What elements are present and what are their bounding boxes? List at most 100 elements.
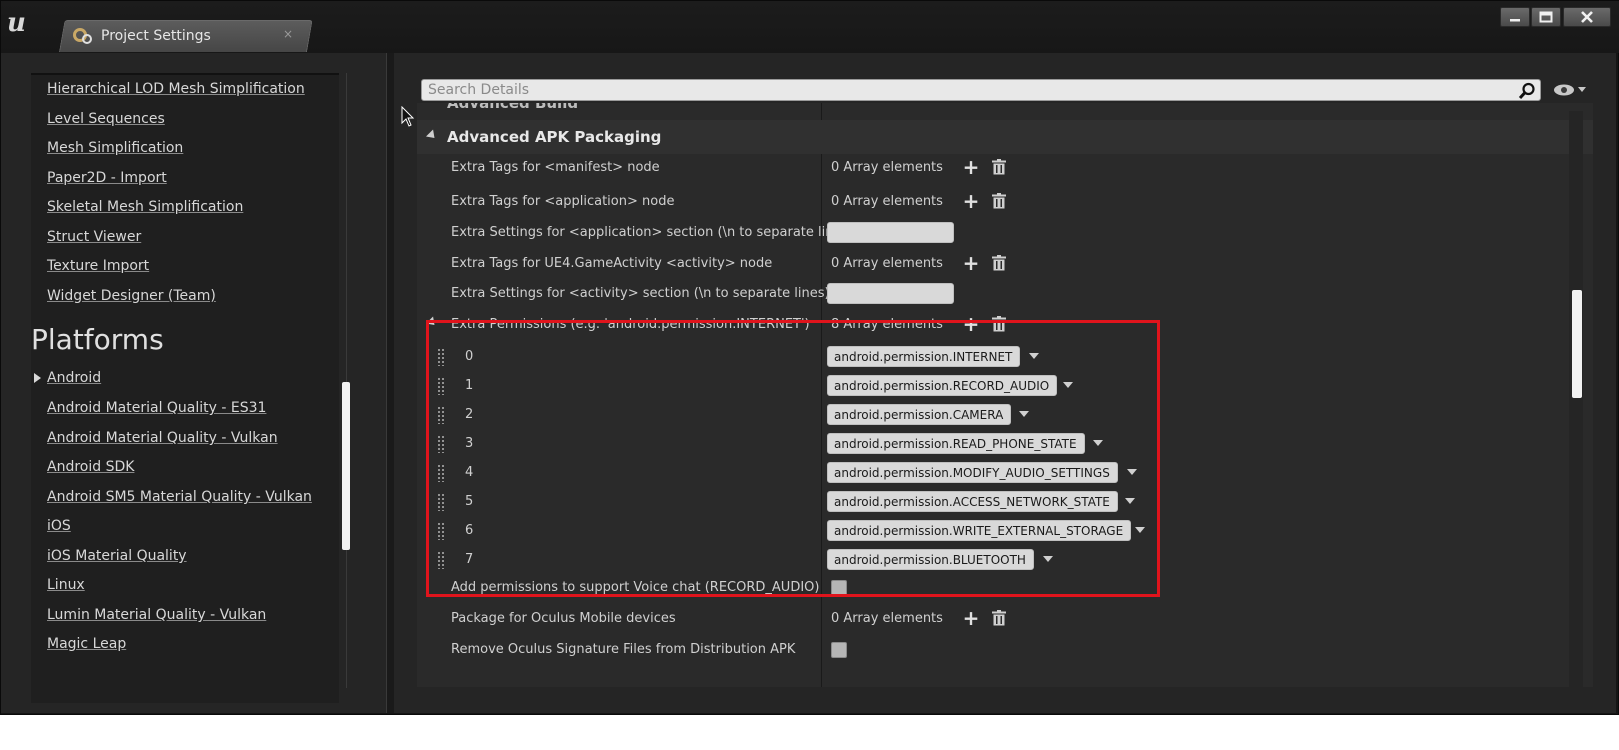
permission-element: 7 android.permission.BLUETOOTH — [417, 545, 1593, 575]
settings-gear-icon — [73, 26, 93, 46]
search-icon[interactable] — [1518, 82, 1536, 100]
nav-item-skeletal-mesh-simplification[interactable]: Skeletal Mesh Simplification — [47, 199, 243, 215]
trash-icon[interactable] — [992, 316, 1006, 332]
element-index: 6 — [465, 523, 474, 538]
property-label: Extra Tags for <manifest> node — [451, 160, 660, 175]
add-element-icon[interactable]: + — [962, 253, 980, 273]
collapse-arrow-icon[interactable] — [425, 316, 439, 329]
array-count: 8 Array elements — [831, 317, 943, 332]
permission-combo[interactable]: android.permission.READ_PHONE_STATE — [827, 433, 1085, 454]
tab-close-icon[interactable]: × — [283, 27, 293, 41]
nav-item-lumin-material-quality-vulkan[interactable]: Lumin Material Quality - Vulkan — [47, 607, 266, 623]
details-scrollbar-track[interactable] — [1569, 111, 1583, 687]
maximize-icon — [1539, 11, 1553, 23]
tab-content: Project Settings — [73, 20, 211, 52]
nav-item-texture-import[interactable]: Texture Import — [47, 258, 149, 274]
add-element-icon[interactable]: + — [962, 157, 980, 177]
array-count: 0 Array elements — [831, 256, 943, 271]
nav-item-android[interactable]: Android — [47, 370, 101, 386]
remove-oculus-signature-checkbox[interactable] — [831, 642, 847, 658]
close-button[interactable] — [1563, 7, 1611, 27]
add-element-icon[interactable]: + — [962, 314, 980, 334]
permission-combo[interactable]: android.permission.BLUETOOTH — [827, 549, 1034, 570]
collapse-arrow-icon[interactable] — [425, 129, 439, 142]
property-label: Extra Tags for <application> node — [451, 194, 675, 209]
property-label: Extra Permissions (e.g. 'android.permiss… — [451, 317, 810, 332]
property-extra-permissions: Extra Permissions (e.g. 'android.permiss… — [417, 310, 1593, 340]
category-advanced-build[interactable]: Advanced Build — [447, 103, 578, 112]
array-count: 0 Array elements — [831, 611, 943, 626]
nav-item-widget-designer-team[interactable]: Widget Designer (Team) — [47, 288, 216, 304]
nav-item-ios-material-quality[interactable]: iOS Material Quality — [47, 548, 187, 564]
array-count: 0 Array elements — [831, 194, 943, 209]
unreal-logo-icon: u — [7, 8, 26, 38]
permission-combo[interactable]: android.permission.ACCESS_NETWORK_STATE — [827, 491, 1118, 512]
dropdown-arrow-icon[interactable] — [1127, 469, 1137, 475]
view-options-eye-icon[interactable] — [1553, 83, 1587, 97]
maximize-button[interactable] — [1531, 7, 1561, 27]
dropdown-arrow-icon[interactable] — [1063, 382, 1073, 388]
add-element-icon[interactable]: + — [962, 191, 980, 211]
search-details-input[interactable] — [428, 81, 1488, 99]
permission-combo[interactable]: android.permission.RECORD_AUDIO — [827, 375, 1058, 396]
trash-icon[interactable] — [992, 159, 1006, 175]
nav-item-struct-viewer[interactable]: Struct Viewer — [47, 229, 141, 245]
permission-combo[interactable]: android.permission.CAMERA — [827, 404, 1012, 425]
property-package-oculus-mobile: Package for Oculus Mobile devices 0 Arra… — [417, 604, 1593, 634]
drag-handle-icon[interactable] — [437, 493, 445, 511]
minimize-button[interactable] — [1500, 7, 1530, 27]
element-index: 2 — [465, 407, 474, 422]
nav-item-android-sm5-material-quality-vulkan[interactable]: Android SM5 Material Quality - Vulkan — [47, 489, 312, 505]
dropdown-arrow-icon[interactable] — [1135, 527, 1145, 533]
collapse-arrow-icon[interactable] — [425, 103, 439, 107]
trash-icon[interactable] — [992, 193, 1006, 209]
nav-item-android-material-quality-vulkan[interactable]: Android Material Quality - Vulkan — [47, 430, 278, 446]
dropdown-arrow-icon[interactable] — [1029, 353, 1039, 359]
drag-handle-icon[interactable] — [437, 464, 445, 482]
panel-splitter[interactable] — [386, 53, 394, 713]
property-extra-settings-application: Extra Settings for <application> section… — [417, 218, 1593, 248]
drag-handle-icon[interactable] — [437, 522, 445, 540]
drag-handle-icon[interactable] — [437, 377, 445, 395]
expand-arrow-icon[interactable] — [34, 373, 41, 383]
category-advanced-apk-packaging[interactable]: Advanced APK Packaging — [417, 120, 1593, 154]
property-label: Remove Oculus Signature Files from Distr… — [451, 642, 796, 657]
nav-item-mesh-simplification[interactable]: Mesh Simplification — [47, 140, 183, 156]
drag-handle-icon[interactable] — [437, 406, 445, 424]
nav-item-linux[interactable]: Linux — [47, 577, 85, 593]
nav-item-magic-leap[interactable]: Magic Leap — [47, 636, 126, 652]
nav-item-android-material-quality-es31[interactable]: Android Material Quality - ES31 — [47, 400, 266, 416]
dropdown-arrow-icon[interactable] — [1043, 556, 1053, 562]
drag-handle-icon[interactable] — [437, 348, 445, 366]
permission-combo[interactable]: android.permission.MODIFY_AUDIO_SETTINGS — [827, 462, 1118, 483]
permission-combo[interactable]: android.permission.INTERNET — [827, 346, 1021, 367]
property-extra-settings-activity: Extra Settings for <activity> section (\… — [417, 279, 1593, 309]
details-scrollbar-thumb[interactable] — [1572, 290, 1582, 398]
nav-item-ios[interactable]: iOS — [47, 518, 71, 534]
nav-item-level-sequences[interactable]: Level Sequences — [47, 111, 165, 127]
drag-handle-icon[interactable] — [437, 551, 445, 569]
nav-item-android-sdk[interactable]: Android SDK — [47, 459, 134, 475]
trash-icon[interactable] — [992, 255, 1006, 271]
extra-settings-application-field[interactable] — [827, 222, 954, 243]
dropdown-arrow-icon[interactable] — [1093, 440, 1103, 446]
close-icon — [1581, 11, 1593, 23]
extra-settings-activity-field[interactable] — [827, 283, 954, 304]
drag-handle-icon[interactable] — [437, 435, 445, 453]
property-label: Package for Oculus Mobile devices — [451, 611, 676, 626]
left-scrollbar-thumb[interactable] — [342, 382, 350, 550]
voice-chat-checkbox[interactable] — [831, 580, 847, 596]
dropdown-arrow-icon[interactable] — [1125, 498, 1135, 504]
permission-element: 4 android.permission.MODIFY_AUDIO_SETTIN… — [417, 458, 1593, 488]
details-property-grid: Advanced Build Advanced APK Packaging Ex… — [417, 103, 1593, 687]
dropdown-arrow-icon[interactable] — [1019, 411, 1029, 417]
nav-item-hlod-mesh-simplification[interactable]: Hierarchical LOD Mesh Simplification — [47, 81, 305, 97]
settings-category-list: Hierarchical LOD Mesh Simplification Lev… — [31, 73, 339, 703]
permission-combo[interactable]: android.permission.WRITE_EXTERNAL_STORAG… — [827, 520, 1132, 541]
property-label: Extra Settings for <application> section… — [451, 225, 854, 240]
property-extra-tags-activity: Extra Tags for UE4.GameActivity <activit… — [417, 249, 1593, 279]
permission-element: 1 android.permission.RECORD_AUDIO — [417, 371, 1593, 401]
nav-item-paper2d-import[interactable]: Paper2D - Import — [47, 170, 167, 186]
add-element-icon[interactable]: + — [962, 608, 980, 628]
trash-icon[interactable] — [992, 610, 1006, 626]
